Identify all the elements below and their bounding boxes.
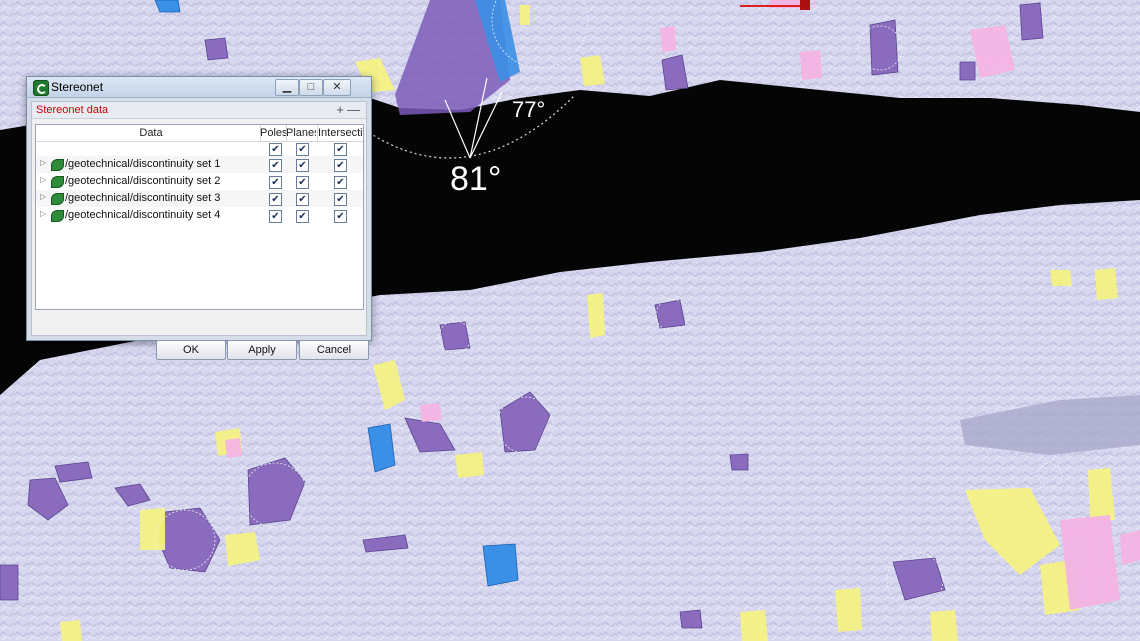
table-body: ▷ /geotechnical/discontinuity set 1 ✔ ✔ … (36, 156, 363, 224)
poles-checkbox[interactable]: ✔ (269, 176, 282, 189)
window-titlebar[interactable]: Stereonet ▁ □ ✕ (27, 77, 371, 98)
angle-label-small: 77° (512, 97, 546, 122)
dataset-leaf-icon (51, 176, 64, 188)
poles-checkbox[interactable]: ✔ (269, 193, 282, 206)
close-button[interactable]: ✕ (323, 79, 351, 96)
table-header: Data Poles Planes Intersections (36, 125, 363, 142)
dataset-leaf-icon (51, 210, 64, 222)
dataset-leaf-icon (51, 159, 64, 171)
planes-all-checkbox[interactable]: ✔ (296, 143, 309, 156)
intersections-checkbox[interactable]: ✔ (334, 159, 347, 172)
row-label: /geotechnical/discontinuity set 3 (65, 192, 221, 204)
planes-checkbox[interactable]: ✔ (296, 159, 309, 172)
header-checkbox-row: ✔ ✔ ✔ (36, 142, 363, 156)
expand-arrow-icon[interactable]: ▷ (40, 175, 46, 184)
minimize-button[interactable]: ▁ (275, 79, 299, 96)
panel-header: Stereonet data + — (32, 102, 366, 119)
intersections-checkbox[interactable]: ✔ (334, 193, 347, 206)
planes-checkbox[interactable]: ✔ (296, 210, 309, 223)
maximize-button[interactable]: □ (299, 79, 323, 96)
expand-arrow-icon[interactable]: ▷ (40, 209, 46, 218)
row-label: /geotechnical/discontinuity set 4 (65, 209, 221, 221)
table-row[interactable]: ▷ /geotechnical/discontinuity set 1 ✔ ✔ … (36, 156, 363, 173)
intersections-checkbox[interactable]: ✔ (334, 176, 347, 189)
stereonet-data-table: Data Poles Planes Intersections ✔ ✔ ✔ ▷ … (35, 124, 364, 310)
row-label: /geotechnical/discontinuity set 2 (65, 175, 221, 187)
column-header-planes[interactable]: Planes (286, 127, 316, 139)
stereonet-data-panel: Stereonet data + — Data Poles Planes Int… (31, 101, 369, 360)
dataset-leaf-icon (51, 193, 64, 205)
expand-arrow-icon[interactable]: ▷ (40, 158, 46, 167)
column-header-intersections[interactable]: Intersections (318, 127, 363, 139)
apply-button[interactable]: Apply (227, 340, 297, 360)
panel-title: Stereonet data (36, 104, 109, 116)
poles-checkbox[interactable]: ✔ (269, 210, 282, 223)
remove-icon[interactable]: — (347, 102, 360, 117)
cancel-button[interactable]: Cancel (299, 340, 369, 360)
stereonet-app-icon (33, 80, 49, 96)
intersections-checkbox[interactable]: ✔ (334, 210, 347, 223)
ok-button[interactable]: OK (156, 340, 226, 360)
poles-checkbox[interactable]: ✔ (269, 159, 282, 172)
table-row[interactable]: ▷ /geotechnical/discontinuity set 4 ✔ ✔ … (36, 207, 363, 224)
stereonet-window[interactable]: Stereonet ▁ □ ✕ Stereonet data + — Data … (26, 76, 372, 360)
planes-checkbox[interactable]: ✔ (296, 193, 309, 206)
intersections-all-checkbox[interactable]: ✔ (334, 143, 347, 156)
column-header-data[interactable]: Data (36, 127, 266, 139)
poles-all-checkbox[interactable]: ✔ (269, 143, 282, 156)
table-row[interactable]: ▷ /geotechnical/discontinuity set 3 ✔ ✔ … (36, 190, 363, 207)
expand-arrow-icon[interactable]: ▷ (40, 192, 46, 201)
angle-label-large: 81° (450, 160, 502, 198)
row-label: /geotechnical/discontinuity set 1 (65, 158, 221, 170)
planes-checkbox[interactable]: ✔ (296, 176, 309, 189)
window-title: Stereonet (51, 80, 104, 94)
add-icon[interactable]: + (336, 102, 344, 117)
table-row[interactable]: ▷ /geotechnical/discontinuity set 2 ✔ ✔ … (36, 173, 363, 190)
